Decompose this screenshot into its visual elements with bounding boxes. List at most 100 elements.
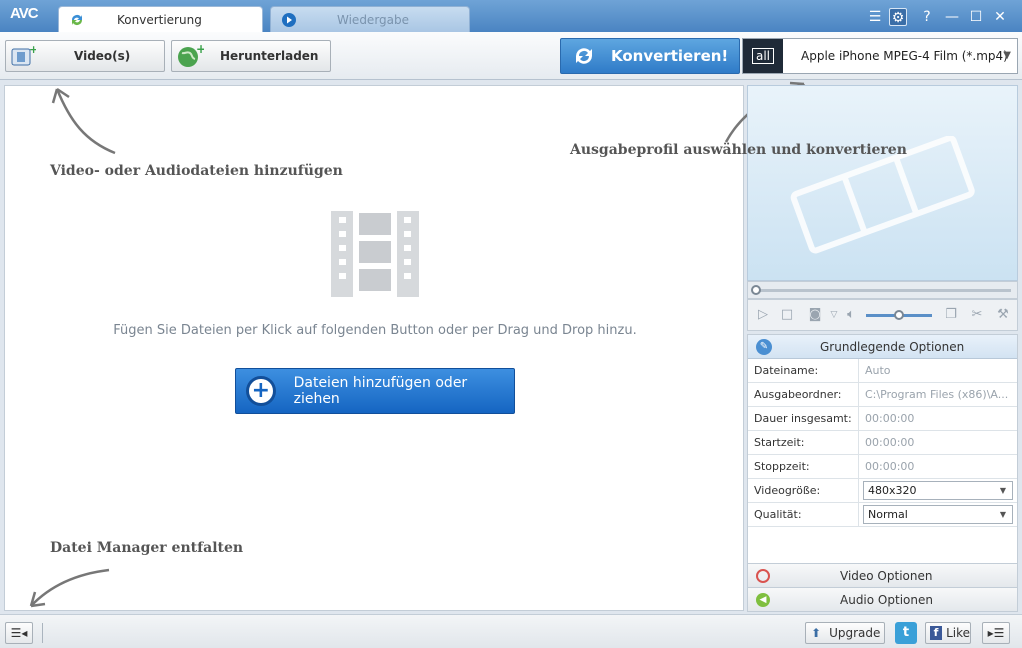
download-label: Herunterladen [220,49,319,63]
panel-toggle[interactable]: ▸☰ [982,622,1010,644]
minimize-button[interactable]: — [943,8,961,26]
option-row-filename: Dateiname: Auto [748,359,1017,383]
wrench-icon: ✎ [756,338,772,355]
drop-instructions: Fügen Sie Dateien per Klick auf folgende… [113,323,637,338]
upload-arrow-icon: ⬆ [811,626,822,640]
film-icon [756,568,770,583]
filename-field[interactable]: Auto [859,359,1017,383]
option-row-start-time: Startzeit: 00:00:00 [748,431,1017,455]
option-label: Qualität: [748,503,859,527]
camera-icon[interactable]: ◙ [808,308,822,322]
basic-options-label: Grundlegende Optionen [820,339,965,354]
facebook-icon: f [930,626,943,640]
seek-bar[interactable] [747,281,1018,299]
close-button[interactable]: ✕ [991,8,1009,26]
list-left-icon: ☰◂ [10,626,28,640]
arrow-hint-icon [29,568,110,608]
hint-output-profile: Ausgabeprofil auswählen und konvertieren [570,142,907,158]
option-label: Stoppzeit: [748,455,859,479]
play-circle-icon [282,12,296,27]
tab-wiedergabe[interactable]: Wiedergabe [270,6,470,32]
profile-value: Apple iPhone MPEG-4 Film (*.mp4) [801,49,1008,63]
output-folder-field[interactable]: C:\Program Files (x86)\A... [859,383,1017,407]
option-row-video-size: Videogröße: 480x320 ▼ [748,479,1017,503]
option-row-quality: Qualität: Normal ▼ [748,503,1017,527]
video-options-expander[interactable]: Video Optionen [748,563,1017,587]
list-right-icon: ▸☰ [987,626,1005,640]
quality-value: Normal [868,508,908,521]
chevron-down-icon: ▼ [999,486,1006,495]
arrow-hint-icon [51,87,116,155]
add-video-button[interactable]: + Video(s) [5,40,165,72]
svg-text:+: + [196,43,204,56]
tab-label: Wiedergabe [337,12,410,27]
option-row-stop-time: Stoppzeit: 00:00:00 [748,455,1017,479]
audio-options-expander[interactable]: ◀ Audio Optionen [748,587,1017,611]
tab-label: Konvertierung [117,12,202,27]
duration-field: 00:00:00 [865,412,915,425]
profile-icon-text: all [751,48,775,64]
speaker-icon: ◀ [756,592,770,607]
app-logo: AVC [10,5,39,22]
option-label: Startzeit: [748,431,859,455]
toolbar: + Video(s) + Herunterladen Konvertieren!… [0,32,1022,80]
playback-controls: ▷ □ ◙ ▽ 🔈︎ ❐ ✂ ⚒ [747,299,1018,331]
svg-text:+: + [29,44,36,56]
facebook-like-button[interactable]: f Like [925,622,971,644]
file-manager-toggle[interactable]: ☰◂ [5,622,33,644]
scissors-icon[interactable]: ✂ [970,308,984,322]
stop-icon[interactable]: □ [780,308,794,322]
convert-label: Konvertieren! [611,47,729,65]
hint-file-manager: Datei Manager entfalten [50,540,244,556]
maximize-button[interactable]: ☐ [967,8,985,26]
status-bar: ☰◂ ⬆ Upgrade t f Like ▸☰ [0,614,1022,648]
upgrade-label: Upgrade [829,626,881,640]
quality-select[interactable]: Normal ▼ [863,505,1013,524]
help-button[interactable]: ? [918,8,936,26]
preview-pane [747,85,1018,281]
option-row-duration: Dauer insgesamt: 00:00:00 [748,407,1017,431]
option-label: Videogröße: [748,479,859,503]
output-profile-select[interactable]: all Apple iPhone MPEG-4 Film (*.mp4) ▼ [742,38,1018,74]
option-row-output-folder: Ausgabeordner: C:\Program Files (x86)\A.… [748,383,1017,407]
wrench-icon[interactable]: ⚒ [996,308,1010,322]
file-list-area[interactable]: Video- oder Audiodateien hinzufügen Füge… [4,85,744,611]
volume-icon[interactable]: 🔈︎ [844,308,858,322]
hint-add-files: Video- oder Audiodateien hinzufügen [50,163,343,179]
stop-time-field[interactable]: 00:00:00 [859,455,1017,479]
seek-handle[interactable] [751,285,761,295]
like-label: Like [946,626,970,640]
chevron-down-icon: ▼ [999,510,1006,519]
video-size-select[interactable]: 480x320 ▼ [863,481,1013,500]
basic-options-header[interactable]: ✎ Grundlegende Optionen [748,335,1017,359]
tab-konvertierung[interactable]: Konvertierung [58,6,263,32]
seek-track [756,289,1011,292]
divider [42,623,43,643]
title-bar: AVC Konvertierung Wiedergabe ☰ ⚙ ? — ☐ ✕ [0,0,1022,32]
list-icon[interactable]: ☰ [866,8,884,26]
plus-icon: + [246,376,276,406]
chevron-down-icon: ▼ [1003,50,1011,61]
convert-button[interactable]: Konvertieren! [560,38,740,74]
video-size-value: 480x320 [868,484,917,497]
convert-arrows-icon [72,14,82,25]
film-add-icon: + [11,44,36,66]
chevron-down-icon[interactable]: ▽ [827,308,841,322]
add-files-button[interactable]: + Dateien hinzufügen oder ziehen [235,368,515,414]
download-button[interactable]: + Herunterladen [171,40,331,72]
profile-all-icon: all [743,39,783,73]
play-icon[interactable]: ▷ [756,308,770,322]
start-time-field[interactable]: 00:00:00 [859,431,1017,455]
option-label: Ausgabeordner: [748,383,859,407]
options-panel: ✎ Grundlegende Optionen Dateiname: Auto … [747,334,1018,612]
add-video-label: Video(s) [74,49,131,63]
video-options-label: Video Optionen [840,568,933,583]
gear-icon[interactable]: ⚙ [889,8,907,26]
film-strip-icon [331,211,419,297]
twitter-icon[interactable]: t [895,622,917,644]
upgrade-button[interactable]: ⬆ Upgrade [805,622,885,644]
copy-icon[interactable]: ❐ [944,308,958,322]
option-label: Dateiname: [748,359,859,383]
volume-handle[interactable] [894,310,904,320]
option-label: Dauer insgesamt: [748,407,859,431]
